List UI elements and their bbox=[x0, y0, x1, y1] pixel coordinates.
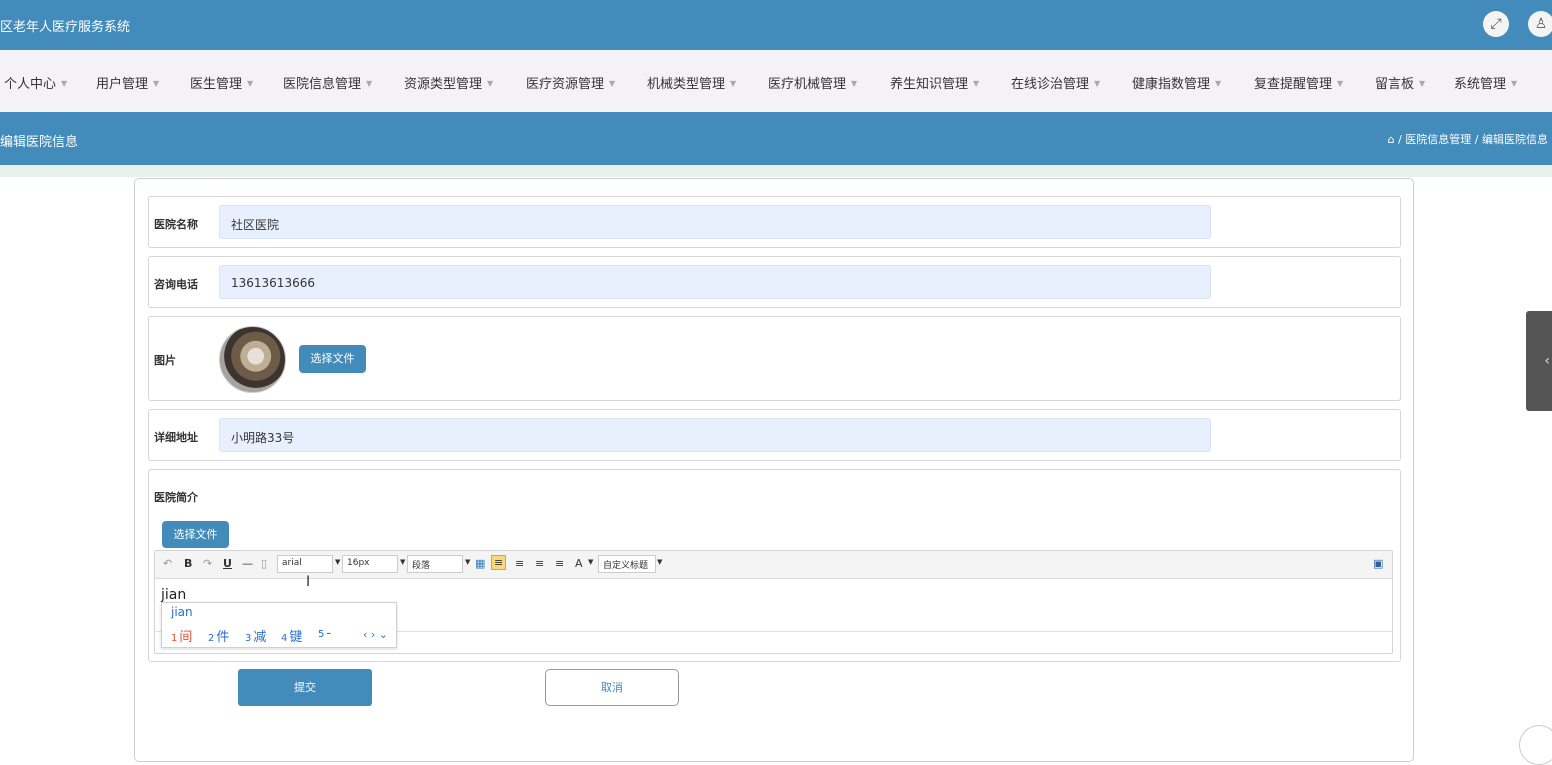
nav-item-doctor-management[interactable]: 医生管理 ▼ bbox=[190, 73, 253, 92]
paste-icon[interactable]: ▯ bbox=[261, 557, 267, 570]
table-icon[interactable]: ▦ bbox=[475, 557, 485, 570]
ime-candidate[interactable]: 1间 bbox=[171, 626, 192, 645]
custom-title-select[interactable]: 自定义标题 bbox=[598, 555, 656, 573]
ime-candidate[interactable]: 4键 bbox=[281, 626, 302, 645]
caret-down-icon: ▼ bbox=[1094, 79, 1101, 88]
caret-down-icon: ▼ bbox=[730, 79, 737, 88]
nav-item-resource-type-management[interactable]: 资源类型管理 ▼ bbox=[404, 73, 493, 92]
ime-input-text: jian bbox=[171, 605, 193, 619]
nav-item-system-management[interactable]: 系统管理 ▼ bbox=[1454, 73, 1517, 92]
paragraph-select[interactable]: 段落 bbox=[407, 555, 463, 573]
nav-item-message-board[interactable]: 留言板 ▼ bbox=[1375, 73, 1425, 92]
nav-item-online-diagnosis-management[interactable]: 在线诊治管理 ▼ bbox=[1011, 73, 1100, 92]
image-label: 图片 bbox=[154, 354, 176, 367]
floating-action-circle[interactable] bbox=[1519, 725, 1552, 765]
font-family-select[interactable]: arial bbox=[277, 555, 333, 573]
fullscreen-icon[interactable]: ▣ bbox=[1373, 557, 1383, 570]
align-right-icon[interactable]: ≡ bbox=[515, 557, 524, 570]
caret-down-icon: ▼ bbox=[366, 79, 373, 88]
top-header: 区老年人医疗服务系统 ⤢ ♙ bbox=[0, 0, 1552, 50]
align-center-icon[interactable]: ≡ bbox=[535, 557, 544, 570]
font-size-select[interactable]: 16px bbox=[342, 555, 398, 573]
editor-content[interactable]: jian bbox=[161, 587, 186, 603]
side-panel-toggle[interactable]: ‹ bbox=[1526, 311, 1552, 411]
horizontal-rule-icon[interactable]: — bbox=[242, 557, 253, 570]
caret-down-icon: ▼ bbox=[487, 79, 494, 88]
nav-item-personal-center[interactable]: 个人中心 ▼ bbox=[4, 73, 67, 92]
address-label: 详细地址 bbox=[154, 431, 198, 444]
form-row-image: 图片 选择文件 bbox=[148, 316, 1401, 401]
bold-icon[interactable]: B bbox=[184, 557, 192, 570]
caret-down-icon: ▼ bbox=[1337, 79, 1344, 88]
nav-item-health-knowledge-management[interactable]: 养生知识管理 ▼ bbox=[890, 73, 979, 92]
chevron-left-icon: ‹ bbox=[1544, 353, 1550, 369]
main-nav: 个人中心 ▼ 用户管理 ▼ 医生管理 ▼ 医院信息管理 ▼ 资源类型管理 ▼ 医疗资源管理… bbox=[0, 50, 1552, 112]
caret-down-icon: ▼ bbox=[657, 558, 663, 566]
caret-down-icon: ▼ bbox=[609, 79, 616, 88]
form-row-address: 详细地址 小明路33号 bbox=[148, 409, 1401, 461]
caret-down-icon: ▼ bbox=[588, 558, 594, 566]
caret-down-icon: ▼ bbox=[247, 79, 254, 88]
undo-icon[interactable]: ↶ bbox=[163, 557, 172, 570]
caret-down-icon: ▼ bbox=[1511, 79, 1518, 88]
hospital-image-preview bbox=[219, 326, 286, 393]
page-header: 编辑医院信息 ⌂ / 医院信息管理 / 编辑医院信息 bbox=[0, 112, 1552, 165]
nav-item-medical-machine-management[interactable]: 医疗机械管理 ▼ bbox=[768, 73, 857, 92]
caret-down-icon: ▼ bbox=[465, 558, 471, 566]
address-input[interactable]: 小明路33号 bbox=[219, 418, 1211, 452]
nav-item-hospital-info-management[interactable]: 医院信息管理 ▼ bbox=[283, 73, 372, 92]
caret-down-icon: ▼ bbox=[153, 79, 160, 88]
nav-item-medical-resource-management[interactable]: 医疗资源管理 ▼ bbox=[526, 73, 615, 92]
user-icon[interactable]: ♙ bbox=[1528, 11, 1552, 37]
caret-down-icon: ▼ bbox=[61, 79, 68, 88]
caret-down-icon: ▼ bbox=[400, 558, 406, 566]
form-row-hospital-name: 医院名称 社区医院 bbox=[148, 196, 1401, 248]
nav-item-machine-type-management[interactable]: 机械类型管理 ▼ bbox=[647, 73, 736, 92]
align-justify-icon[interactable]: ≡ bbox=[555, 557, 564, 570]
editor-toolbar: ↶ B ↷ U — ▯ arial ▼ 16px ▼ 段落 ▼ ▦ ≡ ≡ ≡ … bbox=[155, 551, 1392, 579]
image-choose-file-button[interactable]: 选择文件 bbox=[299, 345, 366, 373]
caret-down-icon: ▼ bbox=[973, 79, 980, 88]
text-cursor-icon: I bbox=[306, 574, 311, 590]
redo-icon[interactable]: ↷ bbox=[203, 557, 212, 570]
form-row-phone: 咨询电话 13613613666 bbox=[148, 256, 1401, 308]
ime-candidate-popup: jian 1间 2件 3减 4键 5- ‹ › ⌄ bbox=[161, 602, 397, 648]
align-left-icon[interactable]: ≡ bbox=[491, 555, 507, 570]
caret-down-icon: ▼ bbox=[851, 79, 858, 88]
caret-down-icon: ▼ bbox=[1215, 79, 1222, 88]
caret-down-icon: ▼ bbox=[1419, 79, 1426, 88]
nav-item-recheck-reminder-management[interactable]: 复查提醒管理 ▼ bbox=[1254, 73, 1343, 92]
page-title: 编辑医院信息 bbox=[0, 135, 79, 150]
ime-candidate[interactable]: 5- bbox=[318, 626, 331, 641]
nav-item-health-index-management[interactable]: 健康指数管理 ▼ bbox=[1132, 73, 1221, 92]
hospital-name-input[interactable]: 社区医院 bbox=[219, 205, 1211, 239]
cancel-button[interactable]: 取消 bbox=[545, 669, 679, 706]
caret-down-icon: ▼ bbox=[335, 558, 341, 566]
ime-candidate[interactable]: 3减 bbox=[245, 626, 266, 645]
header-divider bbox=[0, 165, 1552, 177]
ime-page-nav-icon[interactable]: ‹ › ⌄ bbox=[363, 628, 388, 641]
hospital-name-label: 医院名称 bbox=[154, 218, 198, 231]
phone-label: 咨询电话 bbox=[154, 278, 198, 291]
underline-icon[interactable]: U bbox=[223, 557, 232, 570]
ime-candidate[interactable]: 2件 bbox=[208, 626, 229, 645]
app-title: 区老年人医疗服务系统 bbox=[0, 20, 131, 35]
submit-button[interactable]: 提交 bbox=[238, 669, 372, 706]
nav-item-user-management[interactable]: 用户管理 ▼ bbox=[96, 73, 159, 92]
expand-icon[interactable]: ⤢ bbox=[1483, 11, 1509, 37]
intro-choose-file-button[interactable]: 选择文件 bbox=[162, 521, 229, 548]
phone-input[interactable]: 13613613666 bbox=[219, 265, 1211, 299]
font-color-icon[interactable]: A bbox=[575, 557, 583, 570]
intro-label: 医院简介 bbox=[154, 491, 198, 504]
breadcrumb[interactable]: ⌂ / 医院信息管理 / 编辑医院信息 bbox=[1388, 131, 1548, 147]
